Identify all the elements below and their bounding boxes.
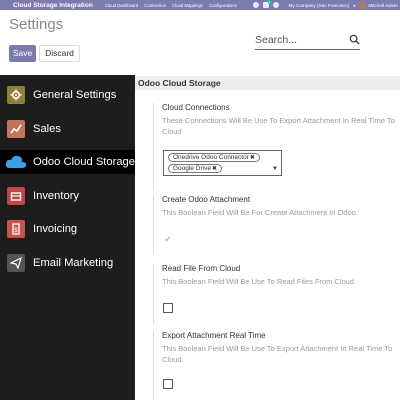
box-icon bbox=[7, 187, 25, 205]
main-menu: Cloud Dashboard Connection Cloud Mapping… bbox=[105, 3, 243, 8]
setting-title: Read File From Cloud bbox=[162, 264, 241, 273]
sidebar-item-invoicing[interactable]: $ Invoicing bbox=[0, 217, 135, 241]
tag-google-drive: Google Drive✖ bbox=[168, 164, 222, 173]
sidebar-item-label: Sales bbox=[33, 123, 61, 135]
setting-help: This Boolean Field Will Be For Create At… bbox=[162, 208, 358, 217]
tag-onedrive: Onedrive Odoo Connector✖ bbox=[168, 153, 260, 162]
sidebar-item-label: Email Marketing bbox=[33, 257, 114, 269]
setting-help: This Boolean Field Will Be Use To Read F… bbox=[162, 277, 355, 286]
chevron-down-icon: ▾ bbox=[353, 2, 356, 8]
sidebar-item-label: Odoo Cloud Storage bbox=[33, 156, 135, 168]
sidebar-item-label: Invoicing bbox=[33, 223, 78, 235]
create-attachment-checkbox[interactable]: ✔ bbox=[163, 234, 173, 244]
tag-remove-icon[interactable]: ✖ bbox=[212, 166, 217, 172]
section-header: Odoo Cloud Storage bbox=[135, 76, 400, 90]
export-realtime-checkbox[interactable] bbox=[163, 379, 173, 389]
chart-icon bbox=[7, 120, 25, 138]
menu-connection[interactable]: Connection bbox=[144, 3, 166, 8]
menu-cloud-dashboard[interactable]: Cloud Dashboard bbox=[105, 3, 138, 8]
sidebar-item-inventory[interactable]: Inventory bbox=[0, 184, 135, 208]
setting-help: These Connections Will Be Use To Export … bbox=[162, 116, 395, 136]
user-name[interactable]: Mitchell Admin bbox=[368, 3, 398, 8]
gear-icon bbox=[7, 86, 25, 104]
sidebar-item-label: General Settings bbox=[33, 89, 117, 101]
sidebar-item-odoo-cloud-storage[interactable]: Odoo Cloud Storage bbox=[0, 150, 135, 174]
search-input[interactable] bbox=[255, 31, 343, 49]
top-navbar: Cloud Storage Integration Cloud Dashboar… bbox=[0, 0, 400, 10]
setting-title: Cloud Connections bbox=[162, 103, 230, 112]
cloud-icon bbox=[5, 153, 27, 171]
read-file-checkbox[interactable] bbox=[163, 303, 173, 313]
tag-remove-icon[interactable]: ✖ bbox=[250, 155, 255, 161]
sidebar-item-email-marketing[interactable]: Email Marketing bbox=[0, 251, 135, 275]
sidebar-item-sales[interactable]: Sales bbox=[0, 117, 135, 141]
paper-plane-icon bbox=[7, 254, 25, 272]
sidebar-item-general-settings[interactable]: General Settings bbox=[0, 83, 135, 107]
setting-title: Export Attachment Real Time bbox=[162, 331, 266, 340]
discard-button[interactable]: Discard bbox=[39, 45, 80, 62]
menu-cloud-mappings[interactable]: Cloud Mappings bbox=[172, 3, 203, 8]
settings-sidebar: General Settings Sales Odoo Cloud Storag… bbox=[0, 75, 135, 400]
navbar-systray: 3 My Company (San Francisco) ▾ Mitchell … bbox=[252, 0, 398, 10]
sidebar-item-label: Inventory bbox=[33, 190, 80, 202]
chat-badge: 3 bbox=[267, 0, 272, 4]
setting-create-attachment: Create Odoo Attachment This Boolean Fiel… bbox=[153, 195, 400, 255]
chat-icon[interactable]: 3 bbox=[262, 0, 272, 8]
page-title: Settings bbox=[9, 16, 64, 33]
cloud-connections-field[interactable]: Onedrive Odoo Connector✖ Google Drive✖ ▼ bbox=[163, 150, 282, 176]
menu-configurations[interactable]: Configurations bbox=[209, 3, 237, 8]
app-name[interactable]: Cloud Storage Integration bbox=[13, 2, 93, 9]
phone-icon[interactable] bbox=[252, 2, 259, 8]
svg-text:$: $ bbox=[14, 226, 18, 234]
chevron-down-icon[interactable]: ▼ bbox=[272, 166, 278, 172]
avatar[interactable] bbox=[359, 1, 367, 9]
save-button[interactable]: Save bbox=[9, 45, 36, 62]
setting-cloud-connections: Cloud Connections These Connections Will… bbox=[153, 103, 400, 191]
search-icon[interactable] bbox=[349, 34, 360, 45]
invoice-icon: $ bbox=[7, 220, 25, 238]
section-title: Odoo Cloud Storage bbox=[138, 78, 221, 88]
setting-title: Create Odoo Attachment bbox=[162, 195, 251, 204]
setting-help: This Boolean Field Will Be Use To Export… bbox=[162, 344, 393, 364]
setting-read-file: Read File From Cloud This Boolean Field … bbox=[153, 264, 400, 324]
search-box bbox=[255, 30, 360, 50]
setting-export-realtime: Export Attachment Real Time This Boolean… bbox=[153, 331, 400, 400]
company-switcher[interactable]: My Company (San Francisco) bbox=[289, 3, 350, 8]
activity-icon[interactable] bbox=[272, 2, 279, 8]
